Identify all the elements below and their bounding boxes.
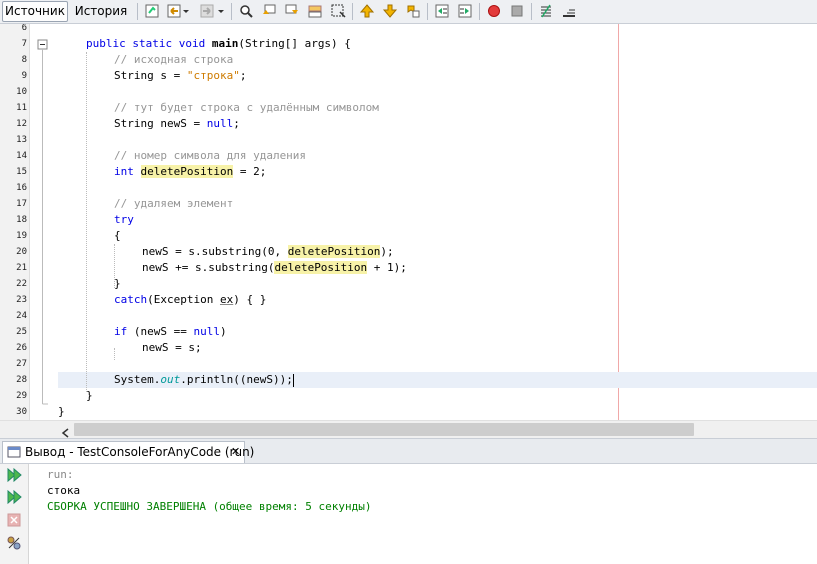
- code-line-15: int deletePosition = 2;: [114, 165, 267, 178]
- output-window-icon: [7, 445, 21, 459]
- output-side-toolbar: [0, 464, 29, 564]
- code-line-28: System.out.println((newS));: [114, 373, 294, 387]
- code-line-26: newS = s;: [142, 341, 202, 354]
- code-line-14: // номер символа для удаления: [114, 149, 307, 162]
- code-line-9: String s = "строка";: [114, 69, 247, 82]
- last-edit-icon[interactable]: [143, 2, 161, 20]
- output-tab[interactable]: Вывод - TestConsoleForAnyCode (run) ✕: [2, 441, 254, 463]
- uncomment-icon[interactable]: [560, 2, 578, 20]
- dropdown-icon[interactable]: [217, 2, 225, 20]
- stop-macro-icon[interactable]: [508, 2, 526, 20]
- code-line-29: }: [86, 389, 93, 402]
- output-line-result: стока: [47, 484, 81, 497]
- code-line-30: }: [58, 405, 65, 418]
- scrollbar-thumb[interactable]: [74, 423, 694, 436]
- output-tab-bar: Вывод - TestConsoleForAnyCode (run) ✕: [0, 438, 817, 464]
- code-line-21: newS += s.substring(deletePosition + 1);: [142, 261, 407, 274]
- shift-left-icon[interactable]: [433, 2, 451, 20]
- code-lines: public static void main(String[] args) {…: [0, 24, 817, 420]
- find-previous-icon[interactable]: [260, 2, 278, 20]
- rerun-with-options-icon[interactable]: [5, 488, 23, 506]
- scroll-left-icon[interactable]: [60, 424, 72, 438]
- rerun-icon[interactable]: [5, 466, 23, 484]
- find-next-icon[interactable]: [283, 2, 301, 20]
- horizontal-scrollbar[interactable]: [0, 420, 817, 438]
- previous-bookmark-icon[interactable]: [358, 2, 376, 20]
- tab-source[interactable]: Источник: [2, 1, 68, 22]
- toggle-bookmark-icon[interactable]: [404, 2, 422, 20]
- output-line-build: СБОРКА УСПЕШНО ЗАВЕРШЕНА (общее время: 5…: [47, 500, 372, 513]
- code-line-25: if (newS == null): [114, 325, 227, 338]
- code-line-23: catch(Exception ex) { }: [114, 293, 267, 306]
- tab-history[interactable]: История: [72, 1, 130, 22]
- code-line-20: newS = s.substring(0, deletePosition);: [142, 245, 394, 258]
- find-icon[interactable]: [237, 2, 255, 20]
- output-console[interactable]: run: стока СБОРКА УСПЕШНО ЗАВЕРШЕНА (общ…: [29, 464, 817, 564]
- toggle-highlight-icon[interactable]: [329, 2, 347, 20]
- settings-icon[interactable]: [5, 534, 23, 552]
- find-selection-icon[interactable]: [306, 2, 324, 20]
- netbeans-editor-window: Источник История 6 7 8 9 10 11 12 13 14 …: [0, 0, 817, 564]
- next-bookmark-icon[interactable]: [381, 2, 399, 20]
- code-line-11: // тут будет строка с удалённым символом: [114, 101, 379, 114]
- comment-icon[interactable]: [537, 2, 555, 20]
- code-editor[interactable]: 6 7 8 9 10 11 12 13 14 15 16 17 18 19 20…: [0, 24, 817, 420]
- editor-toolbar: Источник История: [0, 0, 817, 24]
- code-line-22: }: [114, 277, 121, 290]
- close-icon[interactable]: ✕: [231, 442, 240, 462]
- text-caret: [292, 373, 294, 387]
- code-line-8: // исходная строка: [114, 53, 234, 66]
- code-line-18: try: [114, 213, 134, 226]
- output-tab-label: Вывод - TestConsoleForAnyCode (run): [25, 445, 255, 459]
- forward-icon[interactable]: [198, 2, 216, 20]
- code-line-12: String newS = null;: [114, 117, 240, 130]
- code-line-19: {: [114, 229, 121, 242]
- dropdown-icon[interactable]: [182, 2, 190, 20]
- stop-icon[interactable]: [5, 511, 23, 529]
- output-line-run: run:: [47, 468, 74, 481]
- back-icon[interactable]: [165, 2, 183, 20]
- shift-right-icon[interactable]: [456, 2, 474, 20]
- code-line-7: public static void main(String[] args) {: [86, 37, 351, 50]
- start-macro-icon[interactable]: [485, 2, 503, 20]
- code-line-17: // удаляем элемент: [114, 197, 234, 210]
